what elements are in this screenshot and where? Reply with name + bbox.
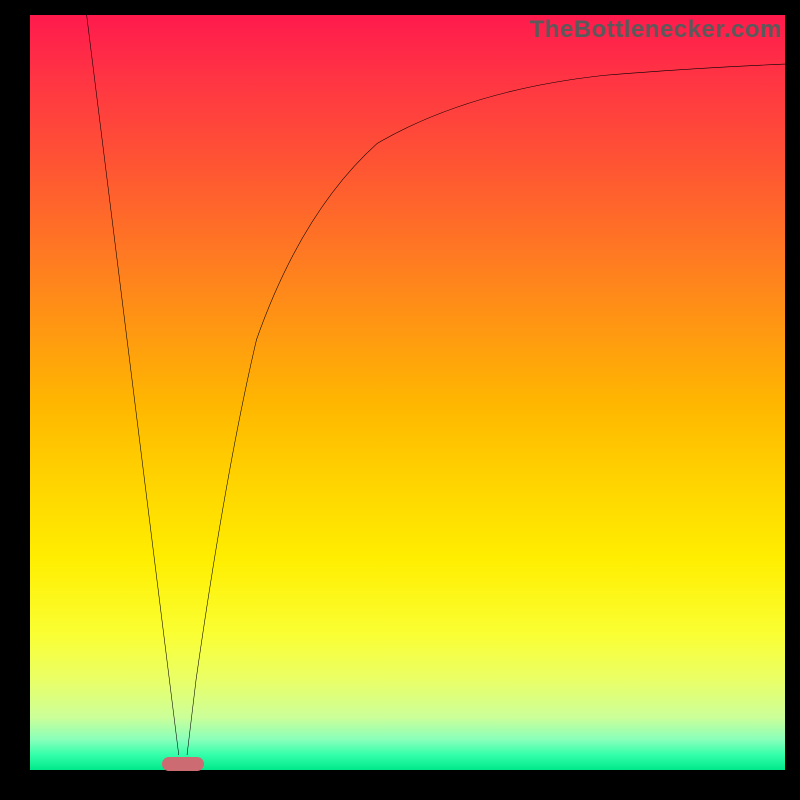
optimum-marker: [162, 757, 204, 771]
bottleneck-curve-right: [187, 64, 785, 755]
watermark-text: TheBottlenecker.com: [530, 16, 782, 44]
chart-container: TheBottlenecker.com: [0, 0, 800, 800]
plot-area: [30, 15, 785, 770]
bottleneck-curve-left: [87, 15, 179, 755]
curve-layer: [30, 15, 785, 770]
